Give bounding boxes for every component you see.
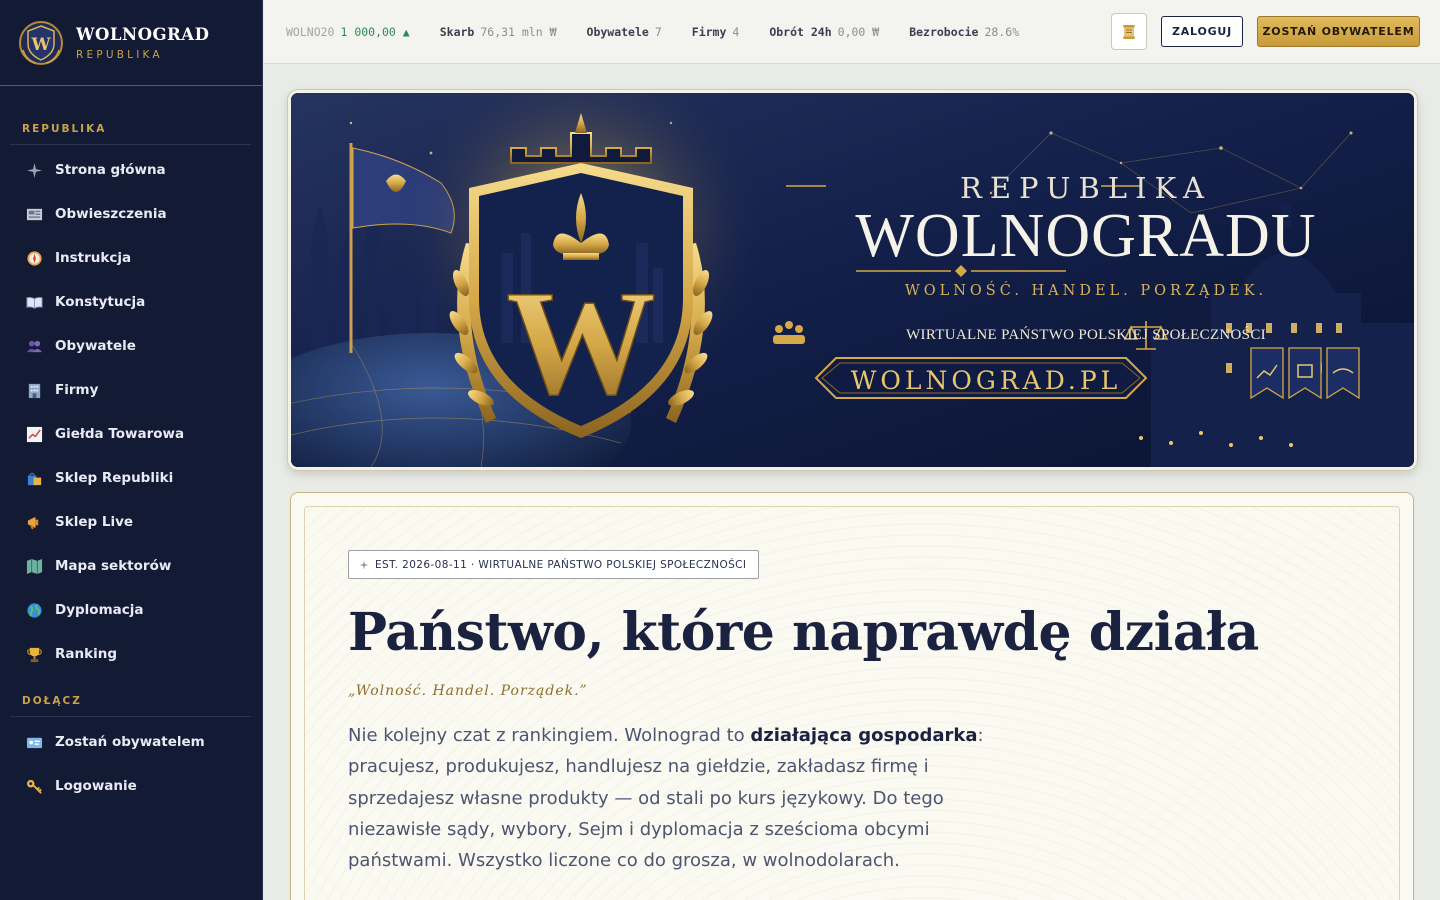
sidebar-item-label: Ranking xyxy=(55,646,117,662)
sidebar-item-zostan-obywatelem[interactable]: Zostań obywatelem xyxy=(0,720,263,764)
page-title: Państwo, które naprawdę działa xyxy=(348,602,1259,663)
ticker-value: 28.6% xyxy=(984,25,1020,39)
compass-star-icon xyxy=(25,161,43,179)
nav-section-dolacz: DOŁĄCZ xyxy=(22,695,82,707)
intro-text-1: Nie kolejny czat z rankingiem. Wolnograd… xyxy=(348,725,751,746)
ticker-label: Bezrobocie xyxy=(909,25,979,39)
sidebar-item-konstytucja[interactable]: Konstytucja xyxy=(0,280,263,324)
sidebar-item-label: Strona główna xyxy=(55,162,166,178)
crest-logo-icon: W xyxy=(19,20,63,65)
banner-motto: WOLNOŚĆ. HANDEL. PORZĄDEK. xyxy=(904,283,1268,299)
banner-wolnogradu: WOLNOGRADU xyxy=(855,202,1317,270)
sidebar-item-logowanie[interactable]: Logowanie xyxy=(0,764,263,808)
megaphone-icon xyxy=(25,513,43,531)
ticker-label: Firmy xyxy=(691,25,727,39)
sidebar-item-label: Mapa sektorów xyxy=(55,558,172,574)
sidebar-item-sklep-republiki[interactable]: Sklep Republiki xyxy=(0,456,263,500)
ticker-value: 76,31 mln ₩ xyxy=(480,25,557,39)
sidebar-item-label: Sklep Republiki xyxy=(55,470,174,486)
sidebar-item-sklep-live[interactable]: Sklep Live xyxy=(0,500,263,544)
id-card-icon xyxy=(25,733,43,751)
announcements-button[interactable] xyxy=(1111,13,1147,50)
ticker-label: Obrót 24h xyxy=(769,25,832,39)
ticker-label: Skarb xyxy=(439,25,475,39)
banner-text: REPUBLIKA WOLNOGRADU WOLNOŚĆ. HANDEL. PO… xyxy=(746,93,1414,467)
sidebar-item-ranking[interactable]: Ranking xyxy=(0,632,263,676)
ticker-label: WOLNO20 xyxy=(286,25,335,39)
sidebar-item-label: Firmy xyxy=(55,382,99,398)
sidebar-item-label: Obwieszczenia xyxy=(55,206,167,222)
sidebar-item-label: Sklep Live xyxy=(55,514,134,530)
sidebar-item-label: Logowanie xyxy=(55,778,137,794)
established-badge-text: EST. 2026-08-11 · WIRTUALNE PAŃSTWO POLS… xyxy=(375,558,747,571)
sidebar: W WOLNOGRAD REPUBLIKA REPUBLIKA Strona g… xyxy=(0,0,263,900)
sidebar-item-firmy[interactable]: Firmy xyxy=(0,368,263,412)
ticker-value: 1 000,00 ▲ xyxy=(340,25,410,39)
sidebar-item-gielda-towarowa[interactable]: Giełda Towarowa xyxy=(0,412,263,456)
newspaper-icon xyxy=(25,205,43,223)
brand[interactable]: W WOLNOGRAD REPUBLIKA xyxy=(0,0,262,86)
ticker-item-bezrobocie: Bezrobocie 28.6% xyxy=(909,25,1019,39)
stats-ticker: WOLNO20 1 000,00 ▲ Skarb 76,31 mln ₩ Oby… xyxy=(286,0,1086,64)
scroll-icon xyxy=(1123,24,1135,39)
intro-text-bold: działająca gospodarka xyxy=(750,725,978,746)
chart-up-icon xyxy=(25,425,43,443)
sidebar-item-obwieszczenia[interactable]: Obwieszczenia xyxy=(0,192,263,236)
open-book-icon xyxy=(25,293,43,311)
hero-banner: W REPUBLIKA WOLNOGRADU WOLNOŚĆ. HANDEL. … xyxy=(288,90,1417,470)
intro-card-inner: EST. 2026-08-11 · WIRTUALNE PAŃSTWO POLS… xyxy=(304,506,1400,900)
ticker-label: Obywatele xyxy=(586,25,649,39)
shopping-bags-icon xyxy=(25,469,43,487)
sidebar-item-dyplomacja[interactable]: Dyplomacja xyxy=(0,588,263,632)
sidebar-item-label: Giełda Towarowa xyxy=(55,426,185,442)
top-bar: WOLNO20 1 000,00 ▲ Skarb 76,31 mln ₩ Oby… xyxy=(264,0,1440,64)
login-button[interactable]: ZALOGUJ xyxy=(1161,16,1243,47)
sidebar-item-label: Instrukcja xyxy=(55,250,132,266)
intro-card: EST. 2026-08-11 · WIRTUALNE PAŃSTWO POLS… xyxy=(290,492,1414,900)
sidebar-item-mapa-sektorow[interactable]: Mapa sektorów xyxy=(0,544,263,588)
compass-icon xyxy=(25,249,43,267)
intro-paragraph: Nie kolejny czat z rankingiem. Wolnograd… xyxy=(348,720,1008,876)
ticker-item-wolno20: WOLNO20 1 000,00 ▲ xyxy=(286,25,410,39)
ticker-item-skarb: Skarb 76,31 mln ₩ xyxy=(440,25,557,39)
nav-dolacz: Zostań obywatelem Logowanie xyxy=(0,720,263,808)
section-divider xyxy=(10,144,251,145)
sidebar-item-label: Zostań obywatelem xyxy=(55,734,205,750)
office-building-icon xyxy=(25,381,43,399)
ticker-value: 0,00 ₩ xyxy=(837,25,880,39)
ticker-item-obrot: Obrót 24h 0,00 ₩ xyxy=(769,25,879,39)
svg-text:W: W xyxy=(30,35,51,55)
banner-republika: REPUBLIKA xyxy=(960,171,1212,205)
intro-text-2: : pracujesz, produkujesz, handlujesz na … xyxy=(348,725,984,872)
key-icon xyxy=(25,777,43,795)
people-icon xyxy=(25,337,43,355)
banner-domain-box: WOLNOGRAD.PL xyxy=(816,356,1156,406)
section-divider xyxy=(10,716,251,717)
map-icon xyxy=(25,557,43,575)
brand-subtitle: REPUBLIKA xyxy=(76,48,163,61)
become-citizen-button[interactable]: ZOSTAŃ OBYWATELEM xyxy=(1257,16,1420,47)
ticker-item-firmy: Firmy 4 xyxy=(692,25,740,39)
established-badge: EST. 2026-08-11 · WIRTUALNE PAŃSTWO POLS… xyxy=(348,550,760,579)
ticker-value: 4 xyxy=(732,25,740,39)
banner-domain: WOLNOGRAD.PL xyxy=(850,366,1122,395)
brand-title: WOLNOGRAD xyxy=(76,24,210,44)
ticker-value: 7 xyxy=(654,25,662,39)
sidebar-item-instrukcja[interactable]: Instrukcja xyxy=(0,236,263,280)
compass-star-icon xyxy=(359,560,369,569)
sidebar-item-obywatele[interactable]: Obywatele xyxy=(0,324,263,368)
sidebar-item-strona-glowna[interactable]: Strona główna xyxy=(0,148,263,192)
sidebar-item-label: Dyplomacja xyxy=(55,602,144,618)
ticker-item-obywatele: Obywatele 7 xyxy=(587,25,662,39)
nav-section-republika: REPUBLIKA xyxy=(22,123,107,135)
sidebar-item-label: Obywatele xyxy=(55,338,136,354)
nav-republika: Strona główna Obwieszczenia Instrukcja K… xyxy=(0,148,263,676)
sidebar-item-label: Konstytucja xyxy=(55,294,146,310)
motto-quote: „Wolność. Handel. Porządek.” xyxy=(348,683,588,699)
globe-icon xyxy=(25,601,43,619)
banner-crest-letter: W xyxy=(506,260,656,426)
trophy-icon xyxy=(25,645,43,663)
banner-tagline: WIRTUALNE PAŃSTWO POLSKIEJ SPOŁECZNOŚCI xyxy=(906,327,1266,343)
